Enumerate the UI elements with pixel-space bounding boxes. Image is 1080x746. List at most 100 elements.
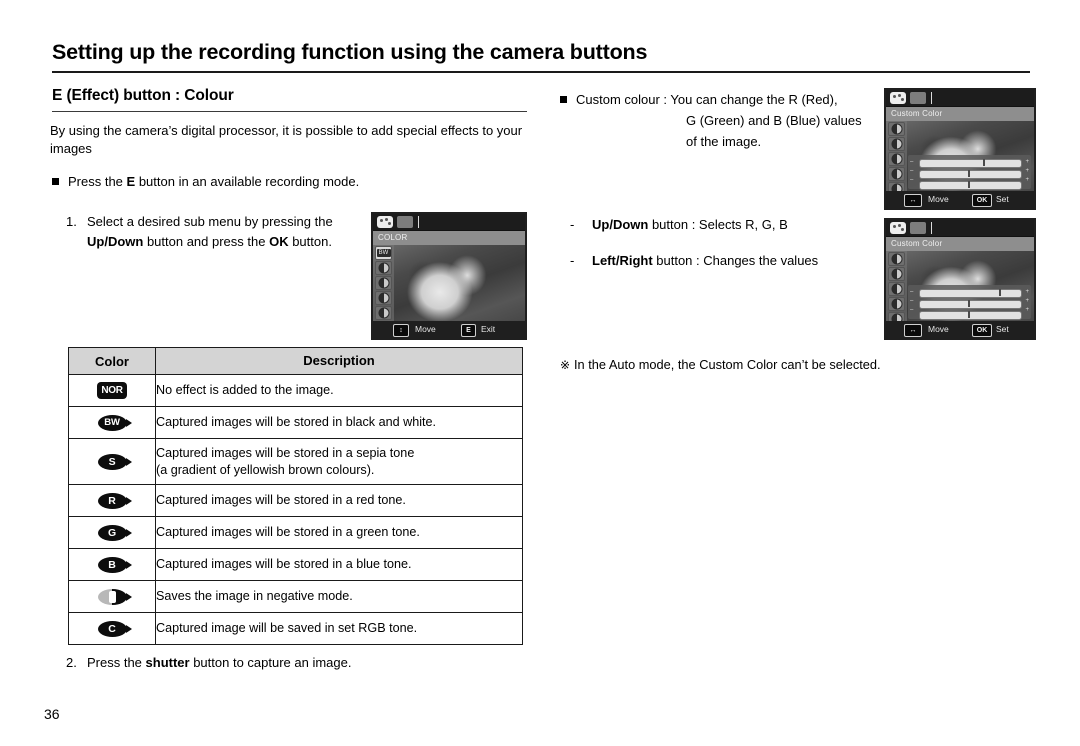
dash-marker: -: [570, 253, 575, 268]
up-down-arrows-icon: ↕: [393, 324, 409, 337]
page-title: Setting up the recording function using …: [52, 40, 648, 64]
lcd-color-option-list: [886, 251, 907, 338]
color-glyph-icon: [378, 307, 389, 319]
lcd-top-tabbar: [886, 220, 1034, 237]
film-tab-icon: [910, 222, 926, 234]
minus-icon: –: [910, 307, 914, 313]
rgb-knob-b: [968, 181, 971, 188]
color-glyph-icon: [891, 153, 902, 165]
lcd-color-option-list: BW: [373, 245, 394, 335]
lcd-menu-title: COLOR: [373, 231, 525, 245]
page-number: 36: [44, 706, 60, 722]
lcd-photo-preview: [373, 245, 525, 321]
lcd-move-label: Move: [928, 194, 949, 204]
press-e-text-post: button in an available recording mode.: [135, 174, 360, 189]
cell-icon: B: [68, 548, 156, 581]
color-glyph-icon: [891, 168, 902, 180]
header-divider: [52, 71, 1030, 73]
color-glyph-icon: [891, 298, 902, 310]
lcd-caret: [418, 216, 419, 228]
minus-icon: –: [910, 168, 914, 174]
palette-tab-icon: [377, 216, 393, 228]
rgb-knob-r: [982, 159, 985, 166]
step-2-part-2: button to capture an image.: [189, 655, 352, 670]
color-glyph-icon: [891, 123, 902, 135]
negative-icon: [97, 588, 132, 605]
step-1-part-3: button.: [288, 234, 332, 249]
sepia-icon: S: [97, 453, 132, 470]
rgb-slider-r: [919, 159, 1022, 168]
table-row: B Captured images will be stored in a bl…: [68, 548, 523, 581]
auto-mode-note-text: In the Auto mode, the Custom Color can’t…: [574, 357, 881, 372]
minus-icon: –: [910, 177, 914, 183]
step-1-text: Select a desired sub menu by pressing th…: [87, 212, 366, 252]
table-row: R Captured images will be stored in a re…: [68, 484, 523, 517]
plus-icon: +: [1025, 159, 1029, 165]
color-glyph-icon: [891, 283, 902, 295]
palette-tab-icon: [890, 92, 906, 104]
rgb-knob-g: [968, 300, 971, 307]
leftright-button-item: - Left/Right button : Changes the values: [570, 252, 910, 270]
rgb-slider-b: [919, 311, 1022, 320]
cell-icon: G: [68, 516, 156, 549]
cell-description: Captured image will be saved in set RGB …: [155, 612, 523, 645]
left-right-arrows-icon: ↔: [904, 324, 922, 337]
lcd-option-1: [888, 252, 905, 266]
rgb-slider-panel: – – – + + +: [908, 285, 1031, 320]
lcd-key-ok: OK: [972, 194, 992, 207]
left-right-arrows-icon: ↔: [904, 194, 922, 207]
rgb-slider-g: [919, 170, 1022, 179]
updown-button-item: - Up/Down button : Selects R, G, B: [570, 216, 910, 234]
lcd-screenshot-custom-color-1: Custom Color – – – + + + ↔ Move OK Set: [884, 88, 1036, 210]
dash-marker: -: [570, 217, 575, 232]
rgb-slider-panel: – – – + + +: [908, 155, 1031, 190]
step-1-bold-ok: OK: [269, 234, 289, 249]
lcd-exit-label: Exit: [481, 324, 496, 334]
lcd-color-option-list: [886, 121, 907, 208]
color-glyph-icon: [378, 277, 389, 289]
lcd-option-3: [375, 276, 392, 290]
lcd-move-label: Move: [928, 324, 949, 334]
step-2-part-1: Press the: [87, 655, 146, 670]
lcd-move-label: Move: [415, 324, 436, 334]
lcd-screenshot-custom-color-2: Custom Color – – – + + + ↔ Move OK Set: [884, 218, 1036, 340]
section-title: E (Effect) button : Colour: [52, 87, 234, 104]
rgb-slider-r: [919, 289, 1022, 298]
cell-icon: R: [68, 484, 156, 517]
custom-colour-line-3: of the image.: [686, 134, 762, 149]
blue-icon: B: [97, 556, 132, 573]
leftright-rest: button : Changes the values: [652, 253, 819, 268]
color-effects-table: Color Description NOR No effect is added…: [68, 347, 523, 645]
leftright-bold: Left/Right: [592, 253, 653, 268]
lcd-option-5: [375, 306, 392, 320]
minus-icon: –: [910, 298, 914, 304]
button-function-list: - Up/Down button : Selects R, G, B - Left/…: [570, 216, 910, 288]
plus-icon: +: [1025, 298, 1029, 304]
lcd-screenshot-color-menu: COLOR BW ↕ Move E Exit: [371, 212, 527, 340]
table-row: NOR No effect is added to the image.: [68, 374, 523, 407]
table-row: Saves the image in negative mode.: [68, 580, 523, 613]
plus-icon: +: [1025, 168, 1029, 174]
header-description: Description: [155, 347, 523, 375]
cell-description: No effect is added to the image.: [155, 374, 523, 407]
color-glyph-icon: [891, 138, 902, 150]
press-e-bullet: Press the E button in an available recor…: [52, 173, 532, 191]
header-color: Color: [68, 347, 156, 375]
step-2-bold-shutter: shutter: [145, 655, 190, 670]
lcd-option-4: [888, 297, 905, 311]
color-glyph-icon: [378, 262, 389, 274]
lcd-top-tabbar: [373, 214, 525, 231]
step-1: 1. Select a desired sub menu by pressing…: [66, 212, 366, 252]
nor-icon: NOR: [97, 382, 127, 399]
press-e-text-pre: Press the: [68, 174, 127, 189]
lcd-menu-title: Custom Color: [886, 107, 1034, 121]
cell-icon: C: [68, 612, 156, 645]
plus-icon: +: [1025, 177, 1029, 183]
step-2-number: 2.: [66, 655, 77, 670]
minus-icon: –: [910, 289, 914, 295]
lcd-menu-title: Custom Color: [886, 237, 1034, 251]
lcd-key-e: E: [461, 324, 476, 337]
custom-color-icon: C: [97, 620, 132, 637]
lcd-caret: [931, 92, 932, 104]
intro-paragraph: By using the camera’s digital processor,…: [50, 123, 523, 156]
